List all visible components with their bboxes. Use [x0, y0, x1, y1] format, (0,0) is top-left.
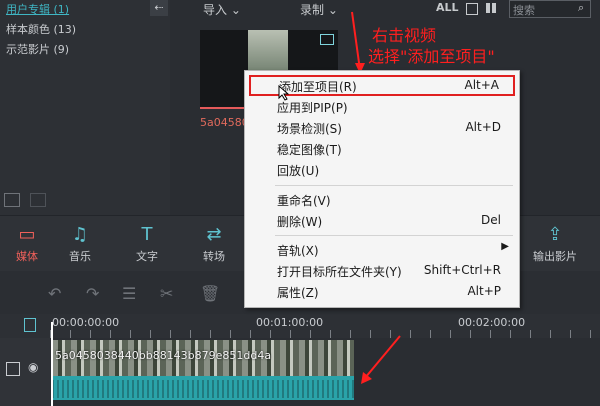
delete-folder-icon[interactable] — [30, 193, 46, 207]
folder-icon: ▭ — [18, 224, 36, 245]
search-icon: ⌕ — [578, 1, 585, 14]
annotation-arrow — [351, 11, 365, 74]
snap-icon[interactable] — [24, 318, 36, 332]
timeline-clip-label: 5a0458038440bb88143b879e851dd4a — [55, 349, 272, 362]
tool-text[interactable]: T 文字 — [127, 216, 167, 264]
timecode-1: 00:01:00:00 — [256, 316, 324, 329]
import-button[interactable]: 导入 ⌄ — [203, 1, 241, 18]
menu-separator — [275, 235, 513, 236]
submenu-arrow-icon: ▶ — [501, 241, 509, 252]
text-icon: T — [141, 224, 153, 245]
new-folder-icon[interactable] — [4, 193, 20, 207]
library-item-sample-colors[interactable]: 样本颜色 (13) — [6, 21, 76, 37]
transition-icon: ⇄ — [206, 224, 222, 245]
menu-item-stabilize[interactable]: 稳定图像(T) — [245, 138, 519, 159]
film-icon — [6, 362, 20, 376]
tool-transition[interactable]: ⇄ 转场 — [194, 216, 234, 264]
undo-icon[interactable]: ↶ — [48, 284, 61, 303]
list-view-icon[interactable] — [466, 3, 478, 15]
menu-item-delete[interactable]: 删除(W) Del — [245, 210, 519, 231]
menu-separator — [275, 185, 513, 186]
tool-media[interactable]: ▭ 媒体 — [7, 216, 47, 264]
filter-all-button[interactable]: ALL — [436, 1, 459, 14]
annotation-line-2: 选择"添加至项目" — [368, 47, 495, 66]
thumbnail-filename: 5a04580 — [200, 116, 249, 129]
audio-waveform — [52, 380, 354, 398]
playhead[interactable] — [51, 322, 53, 406]
annotation-arrow-clip — [361, 335, 401, 384]
menu-item-audio-track[interactable]: 音轨(X) ▶ — [245, 239, 519, 260]
adjust-icon[interactable]: ☰ — [122, 284, 136, 303]
library-item-user-album[interactable]: 用户专辑 (1) — [6, 1, 69, 17]
menu-item-rename[interactable]: 重命名(V) — [245, 189, 519, 210]
track-header: ◉ — [0, 338, 50, 406]
timecode-0: 00:00:00:00 — [52, 316, 120, 329]
delete-icon[interactable]: 🗑 — [200, 284, 220, 303]
timecode-2: 00:02:00:00 — [458, 316, 526, 329]
export-icon: ⇪ — [547, 224, 563, 245]
collapse-panel-button[interactable]: ⇠ — [150, 0, 168, 16]
menu-item-playback[interactable]: 回放(U) — [245, 159, 519, 180]
grid-view-icon[interactable] — [486, 3, 496, 13]
cut-icon[interactable]: ✂ — [160, 284, 173, 303]
context-menu: 添加至项目(R) Alt+A 应用到PIP(P) 场景检测(S) Alt+D 稳定图… — [244, 70, 520, 308]
redo-icon[interactable]: ↷ — [86, 284, 99, 303]
mouse-cursor-icon — [278, 85, 290, 101]
ruler-ticks — [50, 330, 600, 338]
search-field[interactable]: 搜索 ⌕ — [509, 0, 591, 18]
library-item-sample-videos[interactable]: 示范影片 (9) — [6, 41, 69, 57]
tool-music[interactable]: ♫ 音乐 — [60, 216, 100, 264]
eye-icon[interactable]: ◉ — [28, 360, 38, 374]
menu-item-open-folder[interactable]: 打开目标所在文件夹(Y) Shift+Ctrl+R — [245, 260, 519, 281]
tool-export[interactable]: ⇪ 输出影片 — [525, 216, 585, 264]
folder-tools — [4, 193, 64, 211]
music-note-icon: ♫ — [71, 224, 89, 245]
menu-item-scene-detect[interactable]: 场景检测(S) Alt+D — [245, 117, 519, 138]
menu-item-properties[interactable]: 属性(Z) Alt+P — [245, 281, 519, 302]
